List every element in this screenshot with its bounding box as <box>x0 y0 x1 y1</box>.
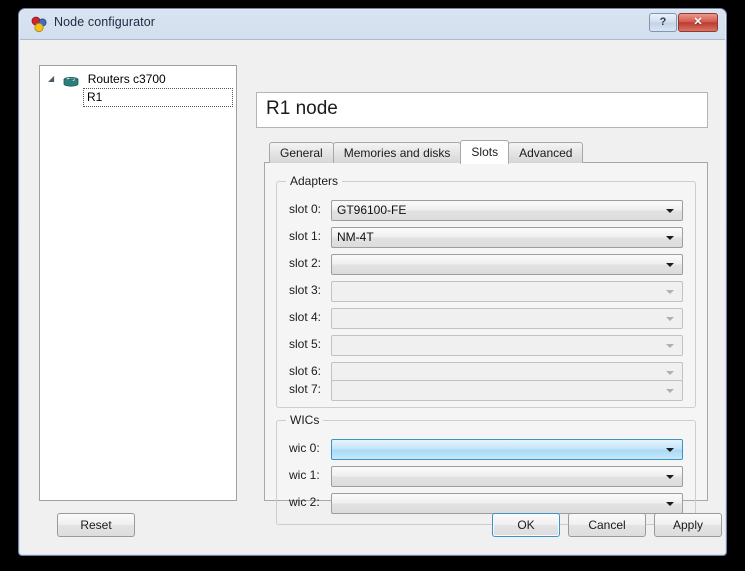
tree-item-label: Routers c3700 <box>87 72 166 86</box>
slot-4-combobox <box>331 308 683 329</box>
slot-1-value: NM-4T <box>337 230 374 244</box>
wic-row-1: wic 1: <box>277 466 695 487</box>
wic-row-2: wic 2: <box>277 493 695 514</box>
chevron-down-icon <box>666 344 674 348</box>
cancel-button[interactable]: Cancel <box>568 513 646 537</box>
wic-row-0: wic 0: <box>277 439 695 460</box>
slot-3-combobox <box>331 281 683 302</box>
node-header-box: R1 node <box>256 92 708 128</box>
tree-item-routers-c3700[interactable]: ◢ Routers c3700 <box>40 70 236 88</box>
chevron-down-icon <box>666 389 674 393</box>
dialog-client-area: ◢ Routers c3700 R1 R1 node General Memor… <box>20 39 725 554</box>
chevron-down-icon <box>666 263 674 267</box>
tab-memories-and-disks[interactable]: Memories and disks <box>332 142 462 163</box>
title-bar[interactable]: Node configurator ? ✕ <box>19 9 726 39</box>
adapters-group-legend: Adapters <box>286 174 343 188</box>
chevron-down-icon <box>666 236 674 240</box>
chevron-down-icon <box>666 209 674 213</box>
node-configurator-window: Node configurator ? ✕ ◢ Routers c3700 R1 <box>18 8 727 556</box>
slot-2-combobox[interactable] <box>331 254 683 275</box>
reset-button[interactable]: Reset <box>57 513 135 537</box>
chevron-down-icon <box>666 475 674 479</box>
chevron-down-icon <box>666 448 674 452</box>
slot-0-value: GT96100-FE <box>337 203 407 217</box>
window-title: Node configurator <box>54 15 156 29</box>
adapter-row-slot-1: slot 1: NM-4T <box>277 227 695 248</box>
wic-0-combobox[interactable] <box>331 439 683 460</box>
router-icon <box>63 74 79 87</box>
wic-2-combobox[interactable] <box>331 493 683 514</box>
adapter-row-slot-5: slot 5: <box>277 335 695 356</box>
gns3-spheres-icon <box>31 16 48 33</box>
adapter-row-slot-7: slot 7: <box>277 380 695 401</box>
adapters-group: Adapters slot 0: GT96100-FE slot 1: NM-4… <box>276 174 696 408</box>
wics-group-legend: WICs <box>286 413 324 427</box>
wic-1-combobox[interactable] <box>331 466 683 487</box>
ok-button[interactable]: OK <box>492 513 560 537</box>
configuration-pane: R1 node General Memories and disks Slots… <box>256 65 708 525</box>
page-title: R1 node <box>266 98 338 119</box>
adapter-row-slot-4: slot 4: <box>277 308 695 329</box>
apply-button[interactable]: Apply <box>654 513 722 537</box>
slot-5-combobox <box>331 335 683 356</box>
slot-0-combobox[interactable]: GT96100-FE <box>331 200 683 221</box>
chevron-down-icon <box>666 502 674 506</box>
tab-slots[interactable]: Slots <box>460 140 510 164</box>
adapter-row-slot-3: slot 3: <box>277 281 695 302</box>
chevron-down-icon <box>666 371 674 375</box>
tab-bar: General Memories and disks Slots Advance… <box>269 139 584 164</box>
tab-advanced[interactable]: Advanced <box>508 142 584 163</box>
adapter-row-slot-0: slot 0: GT96100-FE <box>277 200 695 221</box>
slot-1-combobox[interactable]: NM-4T <box>331 227 683 248</box>
expander-icon[interactable]: ◢ <box>48 70 60 88</box>
adapter-row-slot-2: slot 2: <box>277 254 695 275</box>
wics-group: WICs wic 0: wic 1: wic 2: <box>276 413 696 525</box>
close-button[interactable]: ✕ <box>678 13 718 32</box>
slots-tab-panel: Adapters slot 0: GT96100-FE slot 1: NM-4… <box>264 162 708 525</box>
help-button[interactable]: ? <box>649 13 677 32</box>
tree-item-label: R1 <box>87 90 103 104</box>
node-tree[interactable]: ◢ Routers c3700 R1 <box>39 65 237 501</box>
tree-item-r1[interactable]: R1 <box>83 88 233 107</box>
slot-7-combobox <box>331 380 683 401</box>
chevron-down-icon <box>666 290 674 294</box>
tab-general[interactable]: General <box>269 142 334 163</box>
chevron-down-icon <box>666 317 674 321</box>
